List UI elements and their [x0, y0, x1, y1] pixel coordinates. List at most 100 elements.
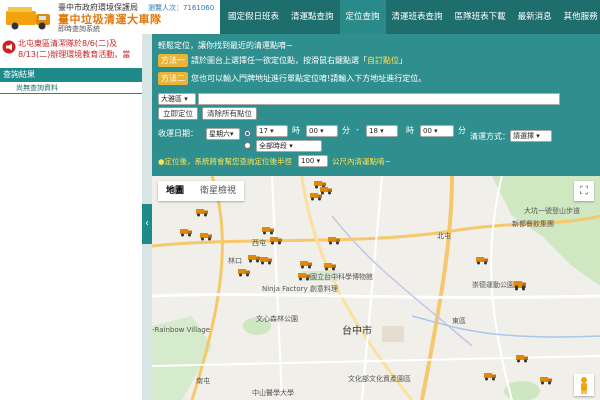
truck-marker-icon[interactable]: [298, 272, 310, 281]
radius-value: 100: [301, 157, 315, 165]
result-title: 查詢結果: [0, 68, 142, 82]
hour-unit-label-2: 時: [406, 126, 414, 135]
truck-marker-icon[interactable]: [260, 256, 272, 265]
chevron-down-icon: ▾: [289, 142, 293, 150]
announcement-line-1: 北屯東區清潔隊於8/6(二)及: [18, 39, 118, 48]
nav-location-search[interactable]: 定位查詢: [339, 0, 386, 34]
logo-area[interactable]: 臺中市政府環境保護局 臺中垃圾清運大車隊 即時查詢系統 瀏覽人次：7161060: [0, 0, 220, 34]
map-label-ninja: Ninja Factory 創意料理: [262, 285, 338, 293]
nav-team-download[interactable]: 區隊班表下載: [449, 0, 512, 34]
map-type-roadmap-button[interactable]: 地圖: [158, 181, 192, 201]
method-2-tag: 方法二: [158, 72, 188, 85]
map-label-hospital: 中山醫學大學: [252, 389, 294, 397]
visitor-label: 瀏覽人次：: [148, 4, 183, 12]
map-label-city: 台中市: [342, 326, 372, 337]
hour-from-select[interactable]: 17 ▾: [256, 125, 288, 137]
minute-to-select[interactable]: 00 ▾: [420, 125, 454, 137]
truck-marker-icon[interactable]: [476, 256, 488, 265]
all-periods-select[interactable]: 全部時段 ▾: [256, 140, 322, 152]
collection-method-value: 請選擇: [513, 132, 534, 140]
map-label-xitun: 西屯: [252, 239, 266, 247]
truck-marker-icon[interactable]: [328, 236, 340, 245]
nav-other-services[interactable]: 其他服務: [558, 0, 600, 34]
truck-marker-icon[interactable]: [262, 226, 274, 235]
chevron-down-icon: ▾: [380, 127, 384, 135]
method-label: 清運方式：: [470, 132, 510, 141]
map-label-trail: 大坑一號登山步道: [524, 207, 580, 215]
megaphone-icon: [2, 40, 16, 54]
minute-to-value: 00: [423, 127, 432, 135]
weekday-value: 星期六: [209, 130, 230, 138]
map-label-rainbow: -Rainbow Village: [152, 326, 211, 334]
truck-marker-icon[interactable]: [238, 268, 250, 277]
result-empty-message: 尚無查詢資料: [0, 82, 142, 94]
main-nav: 國定假日班表 清運點查詢 定位查詢 清運班表查詢 區隊班表下載 最新消息 其他服…: [222, 0, 600, 34]
map-label-nantun: 南屯: [196, 377, 210, 385]
chevron-down-icon: ▾: [316, 157, 321, 165]
street-view-pegman-button[interactable]: [574, 374, 594, 396]
truck-marker-icon[interactable]: [324, 262, 336, 271]
hour-from-value: 17: [259, 127, 268, 135]
district-select[interactable]: 大雅區 ▾: [158, 93, 196, 105]
truck-marker-icon[interactable]: [270, 236, 282, 245]
minute-from-value: 00: [309, 127, 318, 135]
district-value: 大雅區: [161, 95, 182, 103]
sidebar-collapse-button[interactable]: ‹: [142, 204, 152, 244]
time-range-radio[interactable]: [244, 130, 251, 137]
fullscreen-button[interactable]: ⛶: [574, 181, 594, 201]
nav-holiday-schedule[interactable]: 國定假日班表: [222, 0, 285, 34]
all-periods-radio[interactable]: [244, 142, 251, 149]
radius-note: ●定位後，系統將會幫您查詢定位後半徑: [158, 156, 292, 167]
radius-suffix: 公尺內清運點唷~: [332, 157, 391, 166]
map-label-museum: 國立台中科學博物館: [310, 273, 373, 281]
map-view[interactable]: 地圖 衛星檢視 ⛶ 台中市 西屯 南屯 東區 北屯 Ninja Factory …: [152, 176, 600, 400]
map-label-food: 新都餐飲集團: [512, 220, 554, 228]
chevron-down-icon: ▾: [230, 130, 234, 138]
chevron-down-icon: ▾: [270, 127, 274, 135]
weekday-select[interactable]: 星期六▾: [206, 128, 240, 140]
locate-now-button[interactable]: 立即定位: [158, 107, 198, 120]
truck-marker-icon[interactable]: [516, 354, 528, 363]
location-search-panel: 輕鬆定位，讓你找到最近的清運點唷~ 方法一 請於圖台上選擇任一欲定位點，按滑鼠右鍵…: [152, 34, 600, 176]
collection-method-select[interactable]: 請選擇 ▾: [510, 130, 552, 142]
map-type-satellite-button[interactable]: 衛星檢視: [192, 181, 244, 201]
radius-select[interactable]: 100 ▾: [298, 155, 328, 167]
method-2-text: 您也可以輸入門牌地址進行單點定位唷!請輸入下方地址進行定位。: [191, 74, 427, 83]
truck-marker-icon[interactable]: [180, 228, 192, 237]
nav-schedule-search[interactable]: 清運班表查詢: [386, 0, 449, 34]
method-2-row: 方法二 您也可以輸入門牌地址進行單點定位唷!請輸入下方地址進行定位。: [158, 72, 426, 85]
panel-intro: 輕鬆定位，讓你找到最近的清運點唷~: [158, 41, 293, 50]
truck-marker-icon[interactable]: [300, 260, 312, 269]
map-label-beitun: 北屯: [437, 232, 451, 240]
range-separator: -: [356, 125, 359, 134]
map-type-control: 地圖 衛星檢視: [158, 181, 245, 201]
radius-prefix: ●定位後，系統將會幫您查詢定位後半徑: [158, 157, 293, 166]
method-1-end: 」: [399, 56, 407, 65]
nav-news[interactable]: 最新消息: [512, 0, 558, 34]
app-header: 臺中市政府環境保護局 臺中垃圾清運大車隊 即時查詢系統 瀏覽人次：7161060…: [0, 0, 600, 34]
truck-marker-icon[interactable]: [310, 192, 322, 201]
truck-marker-icon[interactable]: [484, 372, 496, 381]
hour-unit-label: 時: [292, 126, 300, 135]
chevron-down-icon: ▾: [536, 132, 540, 140]
truck-marker-icon[interactable]: [540, 376, 552, 385]
hour-to-select[interactable]: 18 ▾: [366, 125, 398, 137]
minute-unit-label-2: 分: [458, 126, 466, 135]
announcement-text: 北屯東區清潔隊於8/6(二)及 8/13(二)辦理環境教育活動，當: [18, 38, 140, 62]
minute-from-select[interactable]: 00 ▾: [306, 125, 338, 137]
map-label-culture-heritage: 文化部文化資產園區: [348, 375, 411, 383]
truck-marker-icon[interactable]: [196, 208, 208, 217]
all-periods-value: 全部時段: [259, 142, 287, 150]
nav-point-search[interactable]: 清運點查詢: [285, 0, 340, 34]
clear-points-button[interactable]: 清除所有點位: [202, 107, 257, 120]
left-sidebar: 北屯東區清潔隊於8/6(二)及 8/13(二)辦理環境教育活動，當 查詢結果 尚…: [0, 34, 142, 400]
hour-to-value: 18: [369, 127, 378, 135]
address-input[interactable]: [198, 93, 560, 105]
announcement-marquee[interactable]: 北屯東區清潔隊於8/6(二)及 8/13(二)辦理環境教育活動，當: [0, 34, 142, 64]
visitor-counter: 瀏覽人次：7161060: [148, 3, 214, 13]
chevron-down-icon: ▾: [320, 127, 324, 135]
truck-marker-icon[interactable]: [200, 232, 212, 241]
truck-marker-icon[interactable]: [514, 280, 526, 289]
method-1-tag: 方法一: [158, 54, 188, 67]
truck-marker-icon[interactable]: [248, 254, 260, 263]
